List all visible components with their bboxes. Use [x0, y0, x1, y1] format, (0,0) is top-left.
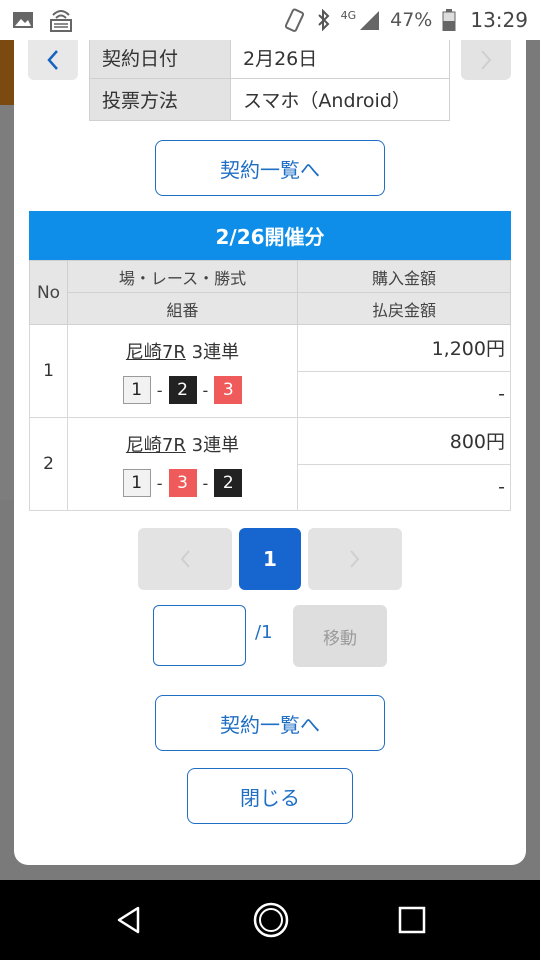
- contract-list-button-bottom[interactable]: 契約一覧へ: [155, 695, 385, 751]
- previous-contract-button[interactable]: [28, 40, 78, 80]
- boat-number-box: 3: [214, 376, 243, 404]
- battery-percent: 47%: [390, 9, 433, 31]
- home-icon[interactable]: [252, 901, 290, 939]
- system-navigation-bar: [0, 880, 540, 960]
- table-header-row-2: 組番 払戻金額: [30, 292, 511, 325]
- bet-type: 3連単: [191, 342, 240, 363]
- recent-apps-icon[interactable]: [398, 906, 426, 934]
- move-page-button[interactable]: 移動: [293, 605, 387, 667]
- image-icon: [13, 12, 33, 28]
- table-row: 1 尼崎7R 3連単 1 - 2 - 3 1,200円: [29, 324, 511, 418]
- header-no: No: [29, 260, 68, 325]
- boat-number-box: 2: [168, 376, 197, 404]
- pagination-current-page[interactable]: 1: [239, 528, 301, 590]
- background-side-strip: [0, 105, 14, 500]
- race-link[interactable]: 尼崎7R: [126, 435, 186, 456]
- chevron-right-icon: [350, 550, 360, 568]
- combo: 1 - 3 - 2: [68, 469, 297, 497]
- boat-number-box: 1: [122, 469, 151, 497]
- back-icon[interactable]: [114, 905, 144, 935]
- pagination-next-button[interactable]: [308, 528, 402, 590]
- chevron-left-icon: [180, 550, 190, 568]
- network-type: 4G: [340, 8, 357, 22]
- contract-info-table: 契約日付 2月26日 投票方法 スマホ（Android）: [89, 40, 450, 121]
- table-header-row-1: No 場・レース・勝式 購入金額: [29, 260, 511, 325]
- race-name: 尼崎7R 3連単: [68, 431, 297, 457]
- race-name: 尼崎7R 3連単: [68, 338, 297, 364]
- combo-separator: -: [156, 380, 163, 400]
- bet-type: 3連単: [191, 435, 240, 456]
- vote-method-value: スマホ（Android）: [230, 78, 450, 121]
- header-combo: 組番: [67, 292, 298, 325]
- boat-number-box: 1: [122, 376, 151, 404]
- chevron-left-icon: [47, 50, 58, 70]
- page-number-input[interactable]: [153, 605, 246, 666]
- contract-list-button-top[interactable]: 契約一覧へ: [155, 140, 385, 196]
- row-no: 2: [29, 417, 68, 511]
- combo: 1 - 2 - 3: [68, 376, 297, 404]
- contract-date-label: 契約日付: [89, 40, 231, 79]
- combo-separator: -: [202, 380, 209, 400]
- boat-number-box: 3: [168, 469, 197, 497]
- chevron-right-icon: [481, 50, 492, 70]
- race-cell: 尼崎7R 3連単 1 - 3 - 2: [67, 417, 298, 511]
- signal-icon: [360, 11, 380, 30]
- race-cell: 尼崎7R 3連単 1 - 2 - 3: [67, 324, 298, 418]
- pagination-prev-button[interactable]: [138, 528, 232, 590]
- bluetooth-icon: [317, 9, 330, 31]
- section-title: 2/26開催分: [29, 211, 511, 260]
- contract-detail-modal: 契約日付 2月26日 投票方法 スマホ（Android） 契約一覧へ 2/26開…: [14, 40, 526, 865]
- header-refund: 払戻金額: [297, 292, 511, 325]
- combo-separator: -: [156, 473, 163, 493]
- cast-news-icon: [50, 10, 72, 32]
- clock: 13:29: [470, 8, 528, 32]
- purchase-amount: 800円: [297, 417, 511, 465]
- contract-date-row: 契約日付 2月26日: [89, 40, 450, 79]
- boat-number-box: 2: [214, 469, 243, 497]
- background-header-strip: [0, 40, 14, 105]
- header-purchase: 購入金額: [297, 260, 511, 293]
- page-total: /1: [255, 622, 273, 643]
- header-race: 場・レース・勝式: [67, 260, 298, 293]
- vote-method-row: 投票方法 スマホ（Android）: [89, 78, 450, 121]
- combo-separator: -: [202, 473, 209, 493]
- refund-amount: -: [297, 370, 511, 418]
- battery-icon: [442, 9, 456, 31]
- status-bar: 4G 47% 13:29: [0, 0, 540, 40]
- table-row: 2 尼崎7R 3連単 1 - 3 - 2 800円: [29, 417, 511, 511]
- row-no: 1: [29, 324, 68, 418]
- contract-date-value: 2月26日: [230, 40, 450, 79]
- vote-method-label: 投票方法: [89, 78, 231, 121]
- close-button[interactable]: 閉じる: [187, 768, 353, 824]
- race-link[interactable]: 尼崎7R: [126, 342, 186, 363]
- refund-amount: -: [297, 463, 511, 511]
- vibrate-icon: [284, 8, 304, 32]
- purchase-amount: 1,200円: [297, 324, 511, 372]
- bets-table: No 場・レース・勝式 購入金額 組番 払戻金額 1 尼崎7R 3連単 1 - …: [29, 260, 511, 511]
- next-contract-button[interactable]: [461, 40, 511, 80]
